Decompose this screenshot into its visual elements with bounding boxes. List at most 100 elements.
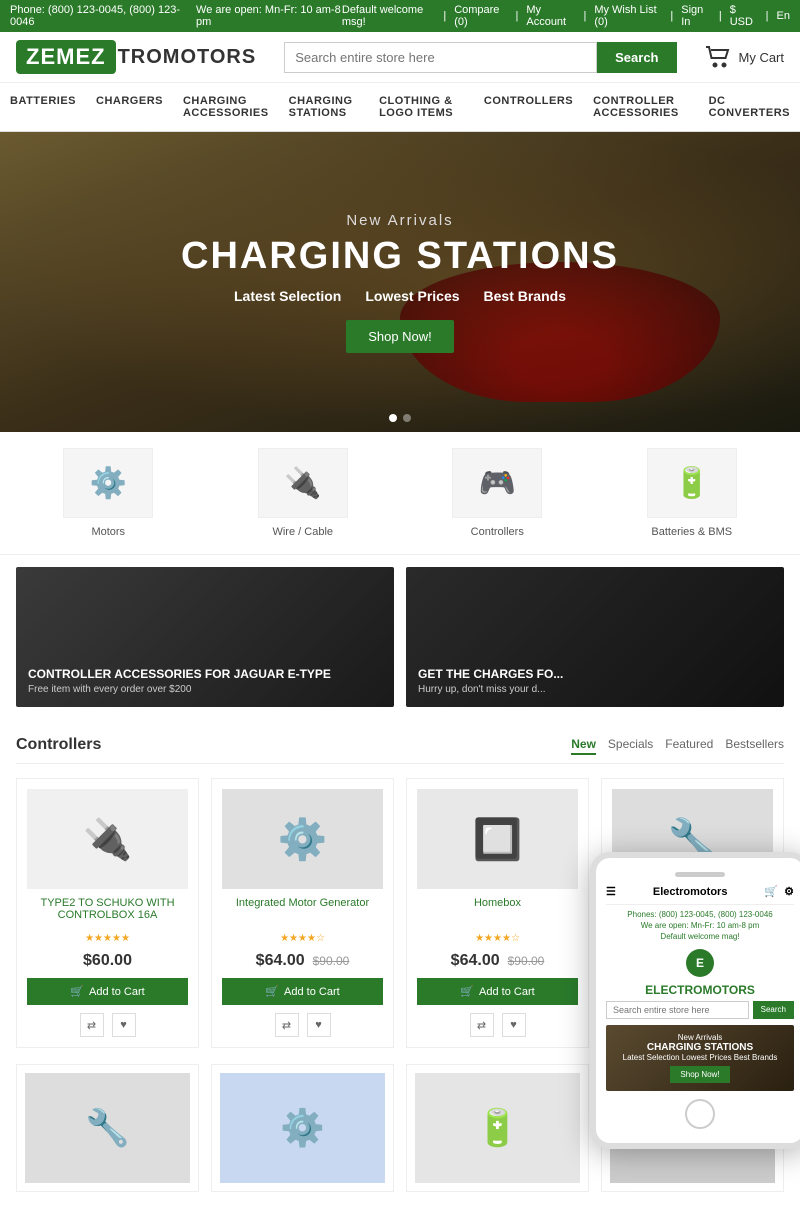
compare-btn-3[interactable]: ⇄ [470, 1013, 494, 1037]
promo-banner-right[interactable]: GET THE CHARGES FO... Hurry up, don't mi… [406, 567, 784, 707]
product-actions-1: ⇄ ♥ [80, 1013, 136, 1037]
wishlist-btn-1[interactable]: ♥ [112, 1013, 136, 1037]
nav-batteries[interactable]: BATTERIES [0, 83, 86, 131]
promo-right-text: GET THE CHARGES FO... Hurry up, don't mi… [418, 667, 563, 695]
batteries-label: Batteries & BMS [651, 526, 732, 538]
product-pricing-3: $64.00 $90.00 [451, 952, 545, 970]
nav-clothing[interactable]: CLOTHING & LOGO ITEMS [369, 83, 474, 131]
section-header: Controllers New Specials Featured Bestse… [16, 735, 784, 764]
product-name-3: Homebox [474, 897, 521, 925]
tab-new[interactable]: New [571, 735, 596, 755]
phone-info: Phone: (800) 123-0045, (800) 123-0046 [10, 4, 184, 28]
phone-gear-icon: ⚙ [784, 885, 794, 898]
search-bar: Search [284, 42, 676, 73]
wishlist-link[interactable]: My Wish List (0) [594, 4, 662, 28]
product-actions-2: ⇄ ♥ [275, 1013, 331, 1037]
phone-home-button[interactable] [685, 1099, 715, 1129]
controllers-image: 🎮 [452, 448, 542, 518]
nav-controller-accessories[interactable]: CONTROLLER ACCESSORIES [583, 83, 699, 131]
phone-search: Search [606, 1001, 794, 1019]
add-to-cart-1[interactable]: 🛒 Add to Cart [27, 978, 188, 1005]
add-to-cart-2[interactable]: 🛒 Add to Cart [222, 978, 383, 1005]
phone-hero-sub: New Arrivals [614, 1033, 786, 1042]
product-price-2: $64.00 [256, 952, 305, 970]
cart-label: My Cart [739, 50, 785, 65]
tab-bestsellers[interactable]: Bestsellers [725, 735, 784, 755]
add-to-cart-3[interactable]: 🛒 Add to Cart [417, 978, 578, 1005]
hero-banner: New Arrivals CHARGING STATIONS Latest Se… [0, 132, 800, 432]
hero-content: New Arrivals CHARGING STATIONS Latest Se… [181, 212, 619, 353]
promo-left-text: CONTROLLER ACCESSORIES FOR JAGUAR E-TYPE… [28, 667, 331, 695]
wire-label: Wire / Cable [272, 526, 333, 538]
category-controllers[interactable]: 🎮 Controllers [405, 448, 590, 538]
search-button[interactable]: Search [597, 42, 676, 73]
product-stars-2: ★★★★☆ [280, 933, 325, 944]
hero-feature-3: Best Brands [484, 288, 566, 304]
phone-speaker [675, 872, 725, 877]
top-bar: Phone: (800) 123-0045, (800) 123-0046 We… [0, 0, 800, 32]
category-motors[interactable]: ⚙️ Motors [16, 448, 201, 538]
category-batteries[interactable]: 🔋 Batteries & BMS [600, 448, 785, 538]
compare-btn-1[interactable]: ⇄ [80, 1013, 104, 1037]
motors-image: ⚙️ [63, 448, 153, 518]
hero-cta-button[interactable]: Shop Now! [346, 320, 454, 353]
logo[interactable]: ZEMEZ TROMOTORS [16, 40, 256, 74]
batteries-image: 🔋 [647, 448, 737, 518]
compare-btn-2[interactable]: ⇄ [275, 1013, 299, 1037]
product-old-price-3: $90.00 [508, 954, 545, 968]
compare-link[interactable]: Compare (0) [454, 4, 507, 28]
phone-search-input[interactable] [606, 1001, 749, 1019]
phone-hero-cta[interactable]: Shop Now! [670, 1066, 729, 1083]
hero-subtitle: New Arrivals [181, 212, 619, 229]
product-card-3: 🔲 Homebox ★★★★☆ $64.00 $90.00 🛒 Add to C… [406, 778, 589, 1048]
phone-menu-icon: ☰ [606, 885, 616, 898]
hero-dots [389, 414, 411, 422]
phone-search-button[interactable]: Search [753, 1001, 794, 1019]
product-image2-1: 🔧 [25, 1073, 190, 1183]
phone-header-icons: 🛒 ⚙ [764, 885, 794, 898]
product-name-2: Integrated Motor Generator [236, 897, 369, 925]
product-card-2: ⚙️ Integrated Motor Generator ★★★★☆ $64.… [211, 778, 394, 1048]
hero-dot-1[interactable] [389, 414, 397, 422]
account-link[interactable]: My Account [526, 4, 575, 28]
product-card2-3: 🔋 [406, 1064, 589, 1192]
product-card2-2: ⚙️ [211, 1064, 394, 1192]
promo-banner-left[interactable]: CONTROLLER ACCESSORIES FOR JAGUAR E-TYPE… [16, 567, 394, 707]
phone-contact-info: Phones: (800) 123-0045, (800) 123-0046 W… [606, 909, 794, 943]
search-input[interactable] [284, 42, 597, 73]
product-card2-1: 🔧 [16, 1064, 199, 1192]
language-selector[interactable]: En [777, 10, 790, 22]
hero-feature-1: Latest Selection [234, 288, 341, 304]
wishlist-btn-3[interactable]: ♥ [502, 1013, 526, 1037]
wishlist-btn-2[interactable]: ♥ [307, 1013, 331, 1037]
cart-button[interactable]: My Cart [705, 45, 785, 69]
currency-selector[interactable]: $ USD [730, 4, 758, 28]
phone-phone: Phones: (800) 123-0045, (800) 123-0046 [606, 909, 794, 920]
tab-featured[interactable]: Featured [665, 735, 713, 755]
section-wrapper: ☰ Electromotors 🛒 ⚙ Phones: (800) 123-00… [0, 432, 800, 1208]
product-price-3: $64.00 [451, 952, 500, 970]
product-stars-1: ★★★★★ [85, 933, 130, 944]
product-card-1: 🔌 TYPE2 TO SCHUKO WITH CONTROLBOX 16A ★★… [16, 778, 199, 1048]
section-tabs: New Specials Featured Bestsellers [571, 735, 784, 755]
nav-charging-stations[interactable]: CHARGING STATIONS [279, 83, 369, 131]
cart-icon-btn-2: 🛒 [265, 985, 279, 998]
hours-info: We are open: Mn-Fr: 10 am-8 pm [196, 4, 342, 28]
motors-label: Motors [91, 526, 125, 538]
signin-link[interactable]: Sign In [681, 4, 711, 28]
nav-dc-converters[interactable]: DC CONVERTERS [699, 83, 800, 131]
tab-specials[interactable]: Specials [608, 735, 653, 755]
nav-controllers[interactable]: CONTROLLERS [474, 83, 583, 131]
product-image-2: ⚙️ [222, 789, 383, 889]
nav-charging-accessories[interactable]: CHARGING ACCESSORIES [173, 83, 279, 131]
hero-dot-2[interactable] [403, 414, 411, 422]
nav-chargers[interactable]: CHARGERS [86, 83, 173, 131]
phone-logo: E [686, 949, 714, 977]
phone-cart-icon: 🛒 [764, 885, 778, 898]
phone-brand-name: Electromotors [653, 886, 728, 898]
controllers-label: Controllers [471, 526, 524, 538]
promo-left-title: CONTROLLER ACCESSORIES FOR JAGUAR E-TYPE [28, 667, 331, 681]
category-wire-cable[interactable]: 🔌 Wire / Cable [211, 448, 396, 538]
phone-hero-features: Latest Selection Lowest Prices Best Bran… [614, 1053, 786, 1062]
promo-right-title: GET THE CHARGES FO... [418, 667, 563, 681]
